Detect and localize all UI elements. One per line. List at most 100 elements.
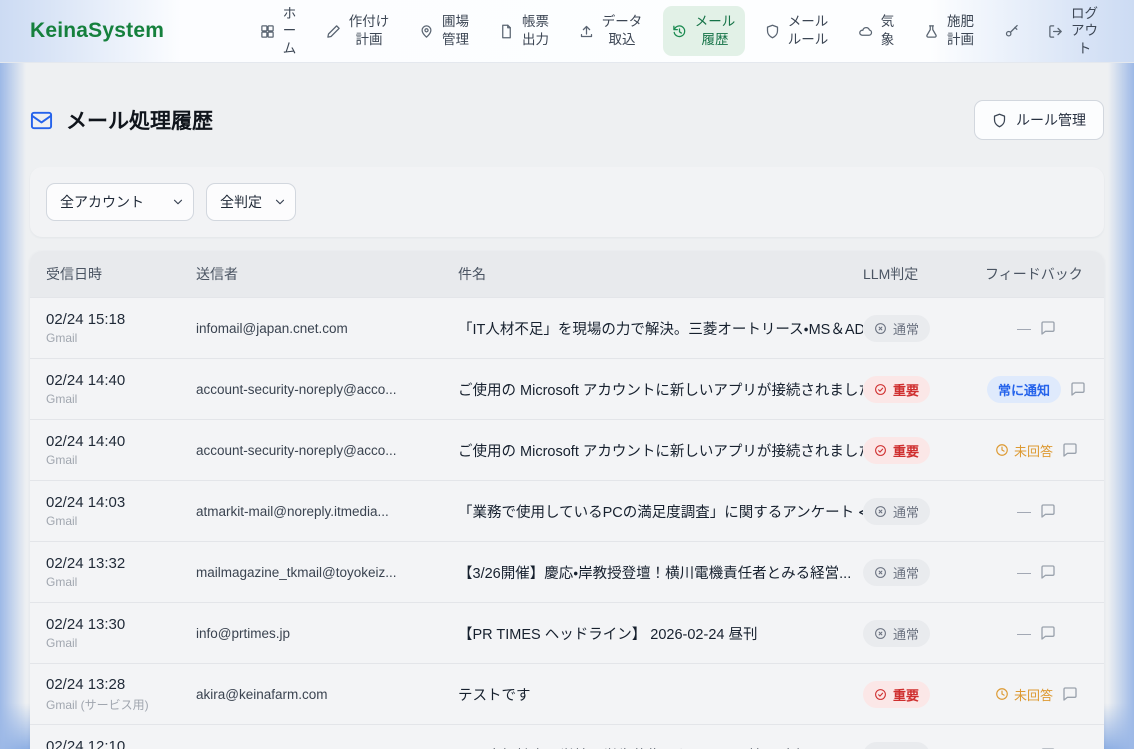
datetime-cell: 02/24 15:18 Gmail xyxy=(46,311,196,345)
llm-judgment-badge: 通常 xyxy=(863,620,930,647)
comment-button[interactable] xyxy=(1040,564,1056,580)
nav-item-field-management[interactable]: 圃場管理 xyxy=(410,6,479,55)
mail-subject: 【PR TIMES ヘッドライン】 2026-02-24 昼刊 xyxy=(458,623,863,644)
feedback-none: — xyxy=(1017,320,1031,336)
mail-subject: 「IT人材不足」を現場の力で解決。三菱オートリース・MS＆AD... xyxy=(458,318,863,339)
received-datetime: 02/24 14:03 xyxy=(46,494,196,511)
feedback-cell: 未回答 xyxy=(985,441,1088,460)
main-nav: ホーム 作付け計画 圃場管理 帳票出力 データ取込メール履歴 メールルール気象 施肥計画 ログ… xyxy=(251,0,1108,64)
nav-item-password[interactable] xyxy=(995,17,1028,46)
comment-icon xyxy=(1040,625,1056,641)
mail-subject: 四万十福祉専門学校、学生募集しないまま閉校へ 高知県... xyxy=(458,745,863,749)
table-row[interactable]: 02/24 13:32 Gmail mailmagazine_tkmail@to… xyxy=(30,541,1104,602)
llm-judgment-cell: 通常 xyxy=(863,498,985,525)
comment-button[interactable] xyxy=(1062,686,1078,702)
flask-icon xyxy=(924,24,939,39)
sender-email: akira@keinafarm.com xyxy=(196,687,458,702)
x-circle-icon xyxy=(874,505,887,518)
nav-item-report-output[interactable]: 帳票出力 xyxy=(490,6,559,55)
feedback-none: — xyxy=(1017,503,1031,519)
shield-icon xyxy=(992,113,1007,128)
llm-judgment-cell: 通常 xyxy=(863,559,985,586)
received-datetime: 02/24 14:40 xyxy=(46,433,196,450)
table-row[interactable]: 02/24 12:10 Gmail digital@kochinews.jp 四… xyxy=(30,724,1104,749)
nav-item-label: 帳票出力 xyxy=(521,13,550,48)
mail-history-table: 受信日時 送信者 件名 LLM判定 フィードバック 02/24 15:18 Gm… xyxy=(30,251,1104,749)
llm-judgment-cell: 通常 xyxy=(863,315,985,342)
header-llm-judgment: LLM判定 xyxy=(863,264,985,284)
feedback-cell: — xyxy=(985,625,1088,641)
feedback-cell: 常に通知 xyxy=(985,376,1088,403)
main-content: メール処理履歴 ルール管理 全アカウント 全判定 受信日時 送信者 件名 LLM… xyxy=(0,100,1134,749)
brand-logo: KeinaSystem xyxy=(30,19,164,43)
account-filter-select[interactable]: 全アカウント xyxy=(46,183,194,221)
logout-icon xyxy=(1048,24,1063,39)
received-datetime: 02/24 15:18 xyxy=(46,311,196,328)
account-label: Gmail xyxy=(46,392,196,406)
nav-item-label: 作付け計画 xyxy=(348,13,390,48)
comment-icon xyxy=(1062,686,1078,702)
table-row[interactable]: 02/24 14:40 Gmail account-security-norep… xyxy=(30,358,1104,419)
datetime-cell: 02/24 14:40 Gmail xyxy=(46,433,196,467)
comment-button[interactable] xyxy=(1040,625,1056,641)
llm-judgment-cell: 重要 xyxy=(863,376,985,403)
feedback-cell: — xyxy=(985,503,1088,519)
comment-icon xyxy=(1040,503,1056,519)
clock-icon xyxy=(995,443,1009,457)
feedback-none: — xyxy=(1017,564,1031,580)
nav-item-label: メールルール xyxy=(787,13,829,48)
table-row[interactable]: 02/24 14:40 Gmail account-security-norep… xyxy=(30,419,1104,480)
nav-item-label: 施肥計画 xyxy=(946,13,975,48)
clock-icon xyxy=(995,687,1009,701)
comment-button[interactable] xyxy=(1062,442,1078,458)
datetime-cell: 02/24 13:30 Gmail xyxy=(46,616,196,650)
nav-item-weather[interactable]: 気象 xyxy=(849,6,904,55)
llm-judgment-cell: 通常 xyxy=(863,620,985,647)
key-icon xyxy=(1004,24,1019,39)
table-body: 02/24 15:18 Gmail infomail@japan.cnet.co… xyxy=(30,297,1104,749)
received-datetime: 02/24 13:32 xyxy=(46,555,196,572)
nav-item-label: ホーム xyxy=(282,5,297,58)
nav-item-fertilizer-plan[interactable]: 施肥計画 xyxy=(915,6,984,55)
comment-button[interactable] xyxy=(1040,320,1056,336)
table-row[interactable]: 02/24 15:18 Gmail infomail@japan.cnet.co… xyxy=(30,297,1104,358)
nav-item-label: 圃場管理 xyxy=(441,13,470,48)
nav-item-logout[interactable]: ログアウト xyxy=(1039,0,1108,64)
nav-item-data-import[interactable]: データ取込 xyxy=(570,6,652,55)
comment-button[interactable] xyxy=(1070,381,1086,397)
judgment-filter-select[interactable]: 全判定 xyxy=(206,183,296,221)
nav-item-home[interactable]: ホーム xyxy=(251,0,306,64)
table-row[interactable]: 02/24 14:03 Gmail atmarkit-mail@noreply.… xyxy=(30,480,1104,541)
nav-item-mail-rules[interactable]: メールルール xyxy=(756,6,838,55)
nav-item-planting-plan[interactable]: 作付け計画 xyxy=(317,6,399,55)
check-circle-icon xyxy=(874,383,887,396)
account-label: Gmail xyxy=(46,453,196,467)
llm-judgment-badge: 重要 xyxy=(863,681,930,708)
table-row[interactable]: 02/24 13:28 Gmail (サービス用) akira@keinafar… xyxy=(30,663,1104,724)
feedback-cell: — xyxy=(985,320,1088,336)
rule-management-label: ルール管理 xyxy=(1016,110,1086,130)
datetime-cell: 02/24 12:10 Gmail xyxy=(46,738,196,749)
cloud-icon xyxy=(858,24,873,39)
datetime-cell: 02/24 14:03 Gmail xyxy=(46,494,196,528)
shield-icon xyxy=(765,24,780,39)
header-sender: 送信者 xyxy=(196,264,458,284)
received-datetime: 02/24 13:28 xyxy=(46,676,196,693)
history-icon xyxy=(672,24,687,39)
nav-item-label: データ取込 xyxy=(601,13,643,48)
sender-email: atmarkit-mail@noreply.itmedia... xyxy=(196,504,458,519)
datetime-cell: 02/24 13:28 Gmail (サービス用) xyxy=(46,676,196,713)
grid-icon xyxy=(260,24,275,39)
received-datetime: 02/24 13:30 xyxy=(46,616,196,633)
table-row[interactable]: 02/24 13:30 Gmail info@prtimes.jp 【PR TI… xyxy=(30,602,1104,663)
account-label: Gmail xyxy=(46,331,196,345)
received-datetime: 02/24 14:40 xyxy=(46,372,196,389)
x-circle-icon xyxy=(874,322,887,335)
rule-management-button[interactable]: ルール管理 xyxy=(974,100,1104,140)
comment-button[interactable] xyxy=(1040,503,1056,519)
llm-judgment-badge: 通常 xyxy=(863,498,930,525)
pencil-icon xyxy=(326,24,341,39)
feedback-none: — xyxy=(1017,625,1031,641)
nav-item-label: ログアウト xyxy=(1070,5,1099,58)
nav-item-mail-history[interactable]: メール履歴 xyxy=(663,6,745,55)
